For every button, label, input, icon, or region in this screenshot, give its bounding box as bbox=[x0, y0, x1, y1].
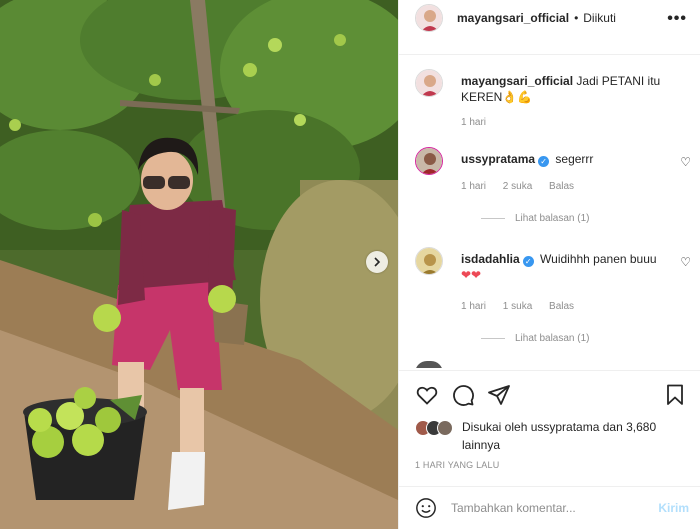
comment-avatar[interactable] bbox=[415, 247, 443, 275]
comment-item: ussypratama ✓ segerrr ♡ 1 hari 2 suka Bal… bbox=[415, 147, 695, 237]
caption: mayangsari_official Jadi PETANI itu KERE… bbox=[415, 69, 695, 139]
caption-username[interactable]: mayangsari_official bbox=[461, 74, 573, 88]
caption-avatar[interactable] bbox=[415, 69, 443, 97]
post-photo[interactable] bbox=[0, 0, 398, 529]
reply-button[interactable]: Balas bbox=[549, 181, 574, 192]
post-details-panel: mayangsari_official • Diikuti ••• mayang… bbox=[398, 0, 700, 529]
comment-username[interactable]: ussypratama bbox=[461, 152, 535, 166]
emoji-icon[interactable] bbox=[415, 497, 437, 519]
comment-icon[interactable] bbox=[451, 383, 475, 407]
share-send-icon[interactable] bbox=[487, 383, 511, 407]
view-replies-button[interactable]: Lihat balasan (1) bbox=[481, 213, 590, 224]
like-comment-heart-icon[interactable]: ♡ bbox=[680, 155, 691, 169]
author-avatar[interactable] bbox=[415, 4, 443, 32]
comment-item: isdadahlia ✓ Wuidihhh panen buuu ❤❤ ♡ 1 h… bbox=[415, 247, 695, 347]
likes-text[interactable]: Disukai oleh ussypratama dan 3,680 lainn… bbox=[462, 418, 682, 454]
separator-dot: • bbox=[574, 11, 579, 25]
comment-age: 1 hari bbox=[461, 181, 487, 192]
send-comment-button[interactable]: Kirim bbox=[658, 501, 689, 515]
author-username[interactable]: mayangsari_official bbox=[457, 11, 569, 25]
comment-username[interactable]: isdadahlia bbox=[461, 252, 520, 266]
farmer-photo-illustration bbox=[0, 0, 398, 529]
comment-like-count[interactable]: 2 suka bbox=[503, 181, 532, 192]
chevron-right-icon bbox=[374, 257, 381, 267]
liker-avatars bbox=[415, 420, 453, 454]
comment-avatar[interactable] bbox=[415, 147, 443, 175]
caption-age: 1 hari bbox=[461, 117, 487, 128]
follow-status-button[interactable]: Diikuti bbox=[583, 11, 616, 25]
heart-emoji-icons: ❤❤ bbox=[461, 268, 482, 282]
comment-composer: Kirim bbox=[399, 486, 700, 529]
action-bar bbox=[399, 370, 700, 416]
verified-badge-icon: ✓ bbox=[538, 156, 550, 167]
view-replies-label: Lihat balasan (1) bbox=[515, 333, 590, 344]
likes-summary[interactable]: Disukai oleh ussypratama dan 3,680 lainn… bbox=[415, 418, 682, 454]
replies-divider bbox=[481, 338, 505, 339]
comments-list[interactable]: mayangsari_official Jadi PETANI itu KERE… bbox=[399, 54, 700, 368]
verified-badge-icon: ✓ bbox=[522, 256, 534, 267]
replies-divider bbox=[481, 218, 505, 219]
view-replies-label: Lihat balasan (1) bbox=[515, 213, 590, 224]
comment-like-count[interactable]: 1 suka bbox=[503, 301, 532, 312]
comment-text: Wuidihhh panen buuu bbox=[540, 252, 657, 266]
bookmark-save-icon[interactable] bbox=[663, 383, 687, 407]
post-timestamp: 1 HARI YANG LALU bbox=[415, 460, 500, 470]
comment-text: segerrr bbox=[555, 152, 594, 166]
comment-age: 1 hari bbox=[461, 301, 487, 312]
like-heart-icon[interactable] bbox=[415, 383, 439, 407]
view-replies-button[interactable]: Lihat balasan (1) bbox=[481, 333, 590, 344]
comment-input[interactable] bbox=[451, 501, 641, 515]
next-image-button[interactable] bbox=[366, 251, 388, 273]
post-header: mayangsari_official • Diikuti ••• bbox=[399, 0, 700, 36]
more-options-icon[interactable]: ••• bbox=[667, 10, 687, 28]
reply-button[interactable]: Balas bbox=[549, 301, 574, 312]
liker-avatar bbox=[437, 420, 453, 436]
like-comment-heart-icon[interactable]: ♡ bbox=[680, 255, 691, 269]
comment-avatar-partial bbox=[415, 361, 443, 368]
